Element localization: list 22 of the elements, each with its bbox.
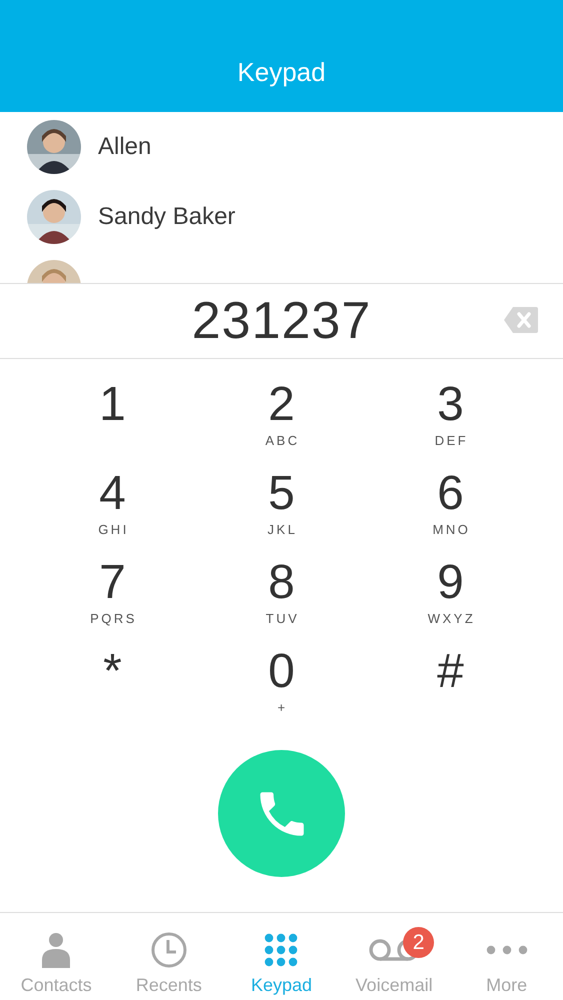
dial-key[interactable]: 3 DEF bbox=[396, 379, 506, 459]
more-icon bbox=[486, 945, 528, 955]
dial-key[interactable]: 5 JKL bbox=[226, 468, 336, 548]
dial-key[interactable]: 7 PQRS bbox=[58, 557, 168, 637]
dial-key[interactable]: # bbox=[396, 646, 506, 726]
count-badge: 2 bbox=[403, 927, 434, 958]
dial-key[interactable]: 0 + bbox=[226, 646, 336, 726]
person-icon bbox=[41, 932, 72, 968]
clock-icon bbox=[150, 932, 187, 968]
contact-name[interactable]: Allen bbox=[98, 133, 152, 161]
keypad-icon bbox=[264, 933, 298, 967]
dial-key[interactable]: 4 GHI bbox=[58, 468, 168, 548]
dial-key[interactable]: * bbox=[58, 646, 168, 726]
dial-key[interactable]: 6 MNO bbox=[396, 468, 506, 548]
dialed-number: 231237 bbox=[192, 291, 372, 351]
contact-name[interactable]: Sandy Baker bbox=[98, 203, 236, 231]
dial-key[interactable]: 1 bbox=[58, 379, 168, 459]
screen-title: Keypad bbox=[237, 57, 326, 88]
dial-key[interactable]: 8 TUV bbox=[226, 557, 336, 637]
dial-key[interactable]: 9 WXYZ bbox=[396, 557, 506, 637]
dial-key[interactable]: 2 ABC bbox=[226, 379, 336, 459]
backspace-icon[interactable] bbox=[503, 306, 539, 334]
